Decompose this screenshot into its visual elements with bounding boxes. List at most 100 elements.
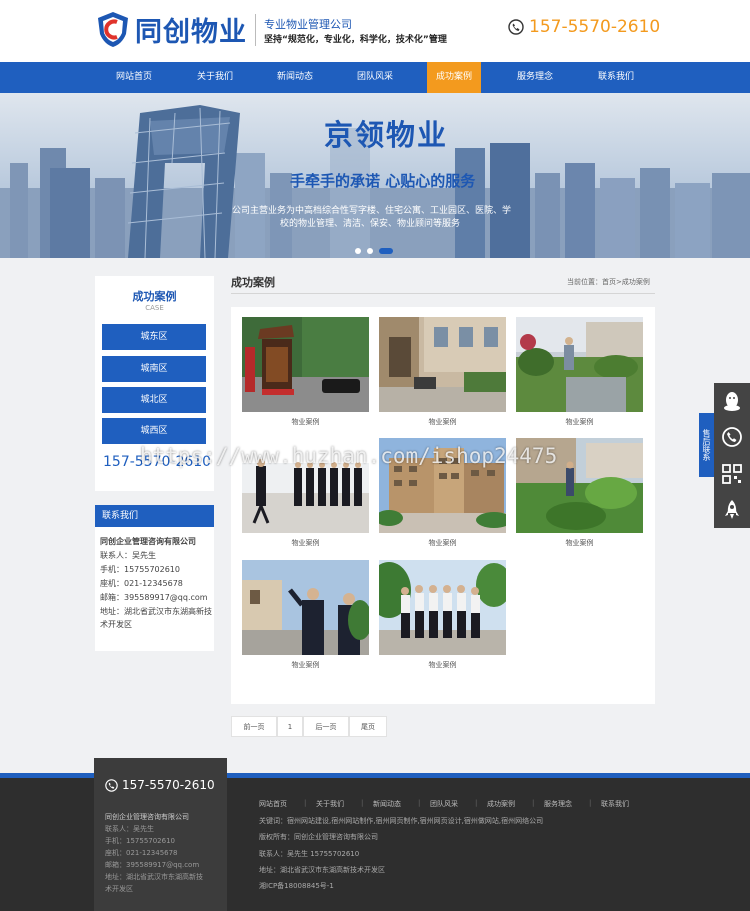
- contact-email[interactable]: 邮箱：395589917@qq.com: [100, 592, 208, 603]
- phone-icon[interactable]: [720, 425, 744, 449]
- footer-nav-separator: |: [361, 799, 364, 807]
- garden-worker-photo-icon[interactable]: [516, 438, 643, 533]
- case-grid: 物业案例 物业案例 物业案例 物业案例 物业案例 物业案例 物业案例 物业案例: [231, 307, 655, 704]
- footer-nav-news[interactable]: 新闻动态: [373, 799, 401, 809]
- case-caption[interactable]: 物业案例: [516, 417, 643, 427]
- footer-nav-service[interactable]: 服务理念: [544, 799, 572, 809]
- nav-item-news[interactable]: 新闻动态: [255, 62, 335, 93]
- case-item[interactable]: 物业案例: [379, 560, 506, 670]
- banner-slogan: 手牵手的承诺 心贴心的服务: [290, 172, 476, 190]
- sidebar-phone: 157-5570-2610: [103, 454, 212, 470]
- contact-card: 联系我们 同创企业管理咨询有限公司 联系人：吴先生 手机：15755702610…: [95, 505, 214, 651]
- footer-nav-separator: |: [475, 799, 478, 807]
- case-caption[interactable]: 物业案例: [242, 538, 369, 548]
- floating-toolbar: [714, 383, 750, 528]
- header-phone-number: 157-5570-2610: [529, 17, 661, 37]
- footer-tel: 座机：021-12345678: [105, 849, 178, 857]
- case-item[interactable]: 物业案例: [516, 438, 643, 548]
- carousel-dot[interactable]: [355, 247, 361, 254]
- sidebar-subtitle: CASE: [145, 304, 164, 312]
- case-item[interactable]: 物业案例: [379, 317, 506, 427]
- tagline-secondary: 坚持“规范化，专业化，科学化，技术化”管理: [264, 35, 447, 45]
- shield-logo-icon[interactable]: [95, 10, 131, 48]
- carousel-dot[interactable]: [367, 247, 373, 254]
- footer-nav-home[interactable]: 网站首页: [259, 799, 287, 809]
- footer-email[interactable]: 邮箱：395589917@qq.com: [105, 860, 199, 870]
- footer-nav-contact[interactable]: 联系我们: [601, 799, 629, 809]
- case-item[interactable]: 物业案例: [242, 438, 369, 548]
- footer-contact: 联系人：吴先生 15755702610: [259, 850, 360, 858]
- footer-address-cont: 术开发区: [105, 885, 133, 893]
- breadcrumb[interactable]: 当前位置：首页>成功案例: [567, 277, 650, 287]
- footer-nav-team[interactable]: 团队风采: [430, 799, 458, 809]
- nav-item-about[interactable]: 关于我们: [175, 62, 255, 93]
- footer-icp[interactable]: 湘ICP备18008845号-1: [259, 881, 334, 891]
- brand-name[interactable]: 同创物业: [135, 10, 247, 49]
- case-caption[interactable]: 物业案例: [379, 538, 506, 548]
- case-caption[interactable]: 物业案例: [379, 660, 506, 670]
- banner-title: 京领物业: [324, 118, 449, 152]
- category-sidebar: 成功案例 CASE 城东区 城南区 城北区 城西区 157-5570-2610: [95, 276, 214, 491]
- building-entrance-photo-icon[interactable]: [379, 317, 506, 412]
- contact-tel: 座机：021-12345678: [100, 579, 183, 588]
- sidebar-item-north[interactable]: 城北区: [102, 387, 206, 413]
- banner-description-line1: 公司主营业务为中高档综合性写字楼、住宅公寓、工业园区、医院、学: [232, 206, 512, 216]
- footer-nav-separator: |: [532, 799, 535, 807]
- nav-item-cases[interactable]: 成功案例: [427, 62, 481, 93]
- after-sales-tab[interactable]: 售后联系: [699, 413, 714, 477]
- case-caption[interactable]: 物业案例: [379, 417, 506, 427]
- footer-nav-separator: |: [589, 799, 592, 807]
- nav-item-service[interactable]: 服务理念: [494, 62, 576, 93]
- guards-saluting-photo-icon[interactable]: [242, 560, 369, 655]
- rocket-icon[interactable]: [720, 498, 744, 522]
- footer-nav-cases[interactable]: 成功案例: [487, 799, 515, 809]
- contact-address: 地址：湖北省武汉市东湖高新技: [100, 607, 212, 616]
- footer-keywords: 关键词：宿州网站建设,宿州网站制作,宿州网页制作,宿州网页设计,宿州做网站,宿州…: [259, 817, 544, 825]
- contact-address-cont: 术开发区: [100, 620, 132, 629]
- pagination-last[interactable]: 尾页: [349, 716, 387, 737]
- banner-description-line2: 校的物业管理、清洁、保安、物业顾问等服务: [280, 219, 461, 229]
- sidebar-item-south[interactable]: 城南区: [102, 356, 206, 382]
- case-caption[interactable]: 物业案例: [242, 417, 369, 427]
- nav-item-contact[interactable]: 联系我们: [576, 62, 656, 93]
- carousel-dots: [355, 240, 399, 259]
- site-header: 同创物业 专业物业管理公司 坚持“规范化，专业化，科学化，技术化”管理 157-…: [0, 0, 750, 62]
- contact-company: 同创企业管理咨询有限公司: [100, 537, 196, 546]
- case-item[interactable]: 物业案例: [379, 438, 506, 548]
- guards-parade-photo-icon[interactable]: [379, 560, 506, 655]
- contact-person: 联系人：吴先生: [100, 551, 156, 560]
- qq-icon[interactable]: [720, 389, 744, 413]
- footer-mobile: 手机：15755702610: [105, 837, 175, 845]
- nav-item-home[interactable]: 网站首页: [93, 62, 175, 93]
- footer-address: 地址：湖北省武汉市东湖高新技: [105, 873, 203, 881]
- footer-phone: 157-5570-2610: [122, 778, 215, 792]
- pavilion-photo-icon[interactable]: [242, 317, 369, 412]
- gardener-photo-icon[interactable]: [516, 317, 643, 412]
- case-caption[interactable]: 物业案例: [516, 538, 643, 548]
- sidebar-item-west[interactable]: 城西区: [102, 418, 206, 444]
- sidebar-title: 成功案例: [132, 290, 177, 303]
- pagination-page-1[interactable]: 1: [277, 716, 303, 737]
- phone-icon: [105, 779, 118, 792]
- pagination-prev[interactable]: 前一页: [231, 716, 277, 737]
- case-item[interactable]: 物业案例: [242, 317, 369, 427]
- footer-nav-about[interactable]: 关于我们: [316, 799, 344, 809]
- case-item[interactable]: 物业案例: [242, 560, 369, 670]
- page-title: 成功案例: [231, 276, 275, 289]
- residential-complex-photo-icon[interactable]: [379, 438, 506, 533]
- title-divider: [231, 293, 655, 294]
- footer-nav-separator: |: [304, 799, 307, 807]
- case-item[interactable]: 物业案例: [516, 317, 643, 427]
- contact-card-title: 联系我们: [95, 505, 214, 527]
- footer-company: 同创企业管理咨询有限公司: [105, 813, 189, 821]
- pagination-next[interactable]: 后一页: [303, 716, 349, 737]
- phone-icon: [508, 19, 524, 35]
- guards-lineup-photo-icon[interactable]: [242, 438, 369, 533]
- nav-item-team[interactable]: 团队风采: [335, 62, 415, 93]
- carousel-dot-active[interactable]: [379, 247, 393, 254]
- sidebar-item-east[interactable]: 城东区: [102, 324, 206, 350]
- qrcode-icon[interactable]: [720, 462, 744, 486]
- footer-nav-separator: |: [418, 799, 421, 807]
- footer-address-full: 地址：湖北省武汉市东湖高新技术开发区: [259, 866, 385, 874]
- case-caption[interactable]: 物业案例: [242, 660, 369, 670]
